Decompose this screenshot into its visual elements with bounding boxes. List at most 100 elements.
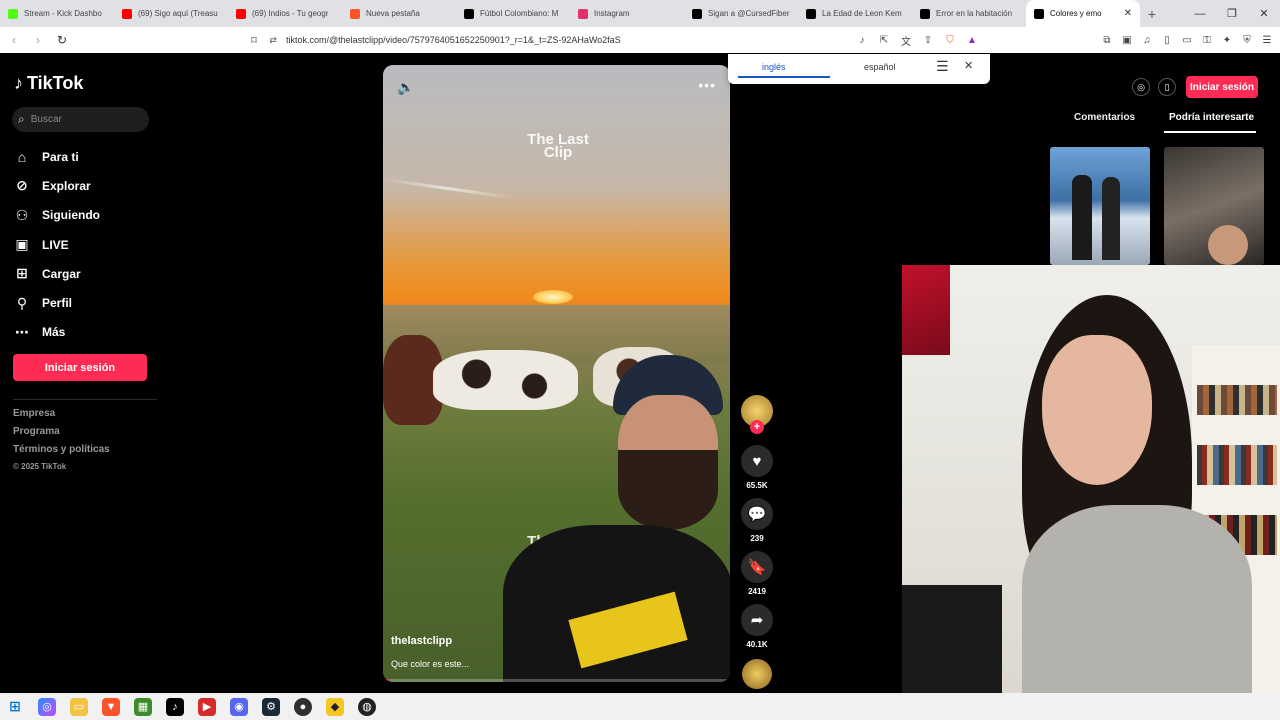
tab-comments[interactable]: Comentarios	[1074, 112, 1135, 123]
windows-start-icon[interactable]: ⊞	[6, 698, 24, 716]
browser-tab[interactable]: Fútbol Colombiano: M	[456, 0, 570, 27]
source-language-tab[interactable]: inglés	[762, 62, 786, 72]
discord-icon[interactable]: ◉	[230, 697, 248, 716]
tab-close-icon[interactable]: ✕	[1124, 8, 1132, 19]
phone-icon[interactable]: ▯	[1158, 78, 1176, 96]
sidebar-item-más[interactable]: ⋯ Más	[14, 318, 100, 347]
brave-shield-icon[interactable]: ⛉	[942, 32, 958, 48]
footer-link-programa[interactable]: Programa	[13, 426, 110, 444]
comment-icon[interactable]: 💬	[741, 498, 773, 530]
new-tab-button[interactable]: +	[1140, 0, 1164, 27]
tiktok-icon	[464, 8, 474, 19]
sticky-app-icon[interactable]: ◆	[326, 697, 344, 716]
tiktok-logo[interactable]: ♪ TikTok	[14, 73, 83, 94]
sidebar-item-perfil[interactable]: ⚲ Perfil	[14, 288, 100, 317]
heart-icon[interactable]: ♥	[741, 445, 773, 477]
vpn-icon[interactable]: ⚿	[1200, 32, 1214, 48]
browser-tab-bar: Stream - Kick Dashbo (69) Sigo aquí (Trea…	[0, 0, 1280, 27]
tab-related[interactable]: Podría interesarte	[1169, 112, 1254, 123]
browser-tab[interactable]: Stream - Kick Dashbo	[0, 0, 114, 27]
browser-tab[interactable]: Instagram	[570, 0, 684, 27]
browser-tab[interactable]: Nueva pestaña	[342, 0, 456, 27]
author-avatar[interactable]: +	[741, 395, 773, 434]
file-explorer-icon[interactable]: ▭	[70, 697, 88, 716]
sidebar-item-live[interactable]: ▣ LIVE	[14, 230, 100, 259]
translate-menu-icon[interactable]: ☰	[936, 58, 949, 75]
related-video-thumbnail[interactable]	[1050, 147, 1150, 265]
brave-browser-icon[interactable]: ▼	[102, 697, 120, 716]
minecraft-icon[interactable]: ▦	[134, 697, 152, 716]
tab-manager-icon[interactable]: ▣	[1120, 32, 1134, 48]
browser-tab[interactable]: Colores y emo ✕	[1026, 0, 1140, 27]
bookmark-icon[interactable]: ⌑	[244, 34, 264, 47]
coin-icon[interactable]: ◎	[1132, 78, 1150, 96]
comment-action[interactable]: 💬 239	[740, 498, 774, 543]
site-info-icon[interactable]: ⇄	[264, 35, 282, 46]
open-external-icon[interactable]: ⇱	[876, 32, 892, 48]
like-action[interactable]: ♥ 65.5K	[740, 445, 774, 490]
media-icon[interactable]: ♫	[1140, 32, 1154, 48]
sidebar-icon[interactable]: ▯	[1160, 32, 1174, 48]
home-icon: ⌂	[17, 148, 27, 165]
steam-icon[interactable]: ⚙	[262, 697, 280, 716]
no-audio-icon[interactable]: ♪	[854, 32, 870, 48]
instagram-icon	[578, 8, 588, 19]
target-language-tab[interactable]: español	[864, 62, 896, 72]
share-action[interactable]: ➦ 40.1K	[740, 604, 774, 649]
music-disc-icon[interactable]	[742, 659, 772, 689]
video-player[interactable]: The Last Clip The Last Clip 🔈 ••• thelas…	[383, 65, 730, 682]
footer-link-terminos[interactable]: Términos y políticas	[13, 444, 110, 462]
sidebar-item-label: Para ti	[42, 149, 79, 164]
login-button[interactable]: Iniciar sesión	[13, 354, 147, 381]
tiktok-app-icon[interactable]: ♪	[166, 697, 184, 716]
search-input[interactable]: ⌕ Buscar	[12, 107, 149, 132]
related-video-thumbnail[interactable]	[1164, 147, 1264, 265]
back-icon[interactable]: ‹	[4, 30, 24, 50]
share-arrow-icon[interactable]: ➦	[741, 604, 773, 636]
video-caption[interactable]: Que color es este...	[391, 659, 469, 669]
footer-link-empresa[interactable]: Empresa	[13, 408, 110, 426]
more-options-icon[interactable]: •••	[698, 77, 716, 93]
media-player-icon[interactable]: ▶	[198, 697, 216, 716]
browser-tab[interactable]: (69) Indios - Tu geogr	[228, 0, 342, 27]
video-progress-bar[interactable]	[383, 679, 730, 682]
browser-tab[interactable]: Sigan a @CursedFiber	[684, 0, 798, 27]
minimize-icon[interactable]: —	[1184, 0, 1216, 27]
sidebar-item-cargar[interactable]: ⊞ Cargar	[14, 259, 100, 288]
obs-icon[interactable]: ●	[294, 697, 312, 716]
volume-icon[interactable]: 🔈	[397, 79, 414, 96]
sidebar-item-explorar[interactable]: ⊘ Explorar	[14, 171, 100, 200]
youtube-icon	[122, 8, 132, 19]
video-author[interactable]: thelastclipp	[391, 635, 452, 647]
wallet-icon[interactable]: ▭	[1180, 32, 1194, 48]
profile-icon: ⚲	[16, 294, 28, 311]
copilot-icon[interactable]: ◎	[38, 697, 56, 716]
share-icon[interactable]: ⇪	[920, 32, 936, 48]
sidebar-item-label: Explorar	[42, 178, 91, 193]
brave-rewards-icon[interactable]: ▲	[964, 32, 980, 48]
tiktok-icon	[692, 8, 702, 19]
browser-tab[interactable]: Error en la habitación	[912, 0, 1026, 27]
sidebar-item-siguiendo[interactable]: ⚇ Siguiendo	[14, 201, 100, 230]
sidebar-item-para-ti[interactable]: ⌂ Para ti	[14, 142, 100, 171]
translate-close-icon[interactable]: ✕	[964, 59, 973, 72]
translate-icon[interactable]: 文	[898, 32, 914, 48]
obs-studio-icon[interactable]: ◍	[358, 697, 376, 716]
bookmark-icon[interactable]: 🔖	[741, 551, 773, 583]
shield-icon[interactable]: ⛨	[1240, 32, 1254, 48]
extensions-icon[interactable]: ⧉	[1100, 32, 1114, 48]
browser-tab[interactable]: La Edad de Leon Kem	[798, 0, 912, 27]
books-row	[1197, 445, 1277, 485]
follow-icon[interactable]: +	[750, 420, 764, 434]
forward-icon[interactable]: ›	[28, 30, 48, 50]
menu-icon[interactable]: ☰	[1260, 32, 1274, 48]
reload-icon[interactable]: ↻	[52, 30, 72, 50]
leo-icon[interactable]: ✦	[1220, 32, 1234, 48]
close-window-icon[interactable]: ✕	[1248, 0, 1280, 27]
sidebar-item-label: LIVE	[42, 237, 69, 252]
browser-tab[interactable]: (69) Sigo aquí (Treasu	[114, 0, 228, 27]
header-login-button[interactable]: Iniciar sesión	[1186, 76, 1258, 98]
live-icon: ▣	[15, 236, 29, 253]
save-action[interactable]: 🔖 2419	[740, 551, 774, 596]
restore-icon[interactable]: ❐	[1216, 0, 1248, 27]
